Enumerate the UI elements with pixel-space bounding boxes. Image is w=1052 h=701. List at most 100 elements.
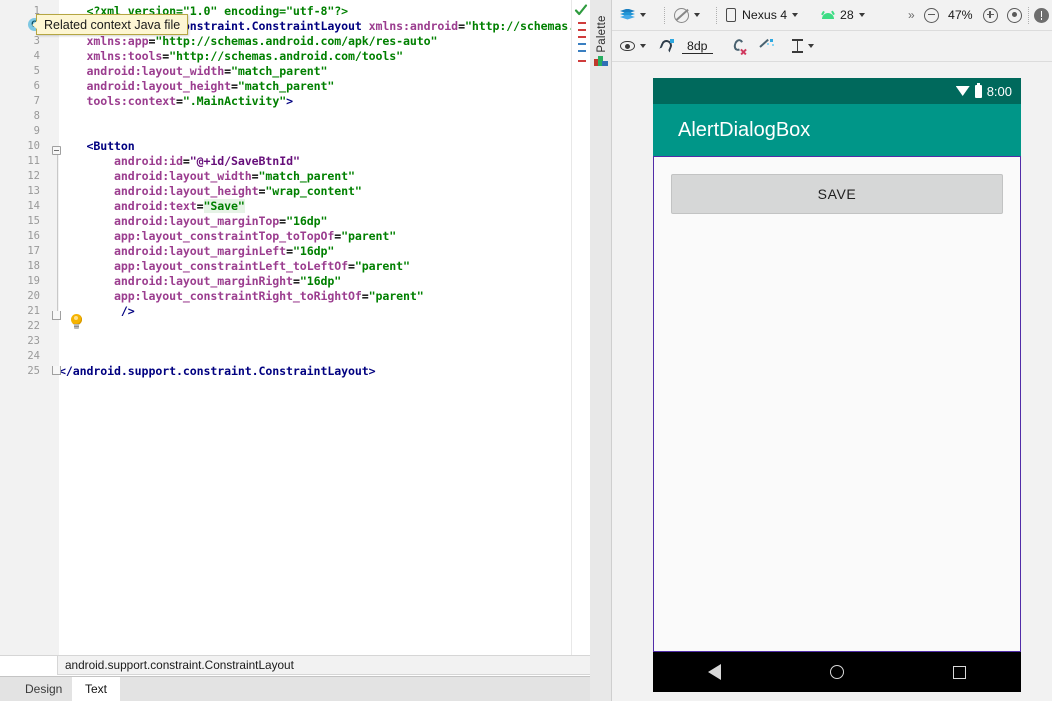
zoom-in-button[interactable] [983, 0, 998, 30]
code-line[interactable]: android:layout_marginLeft="16dp" [59, 244, 334, 259]
line-number: 7 [33, 95, 40, 107]
line-number: 10 [27, 140, 40, 152]
code-line[interactable]: </android.support.constraint.ConstraintL… [59, 364, 376, 379]
code-token: android:layout_marginTop [114, 214, 280, 228]
save-button[interactable]: SAVE [671, 174, 1003, 214]
device-selector[interactable]: Nexus 4 [726, 0, 799, 30]
zoom-in-icon [983, 7, 998, 23]
code-token: "match_parent" [231, 64, 328, 78]
device-preview[interactable]: 8:00 AlertDialogBox SAVE [653, 78, 1021, 692]
code-editor[interactable]: 1234567891011121314151617181920212223242… [0, 0, 590, 655]
line-number: 1 [33, 5, 40, 17]
api-level-selector[interactable]: 28 [821, 0, 865, 30]
line-number: 25 [27, 365, 40, 377]
nav-back-button[interactable] [653, 664, 776, 680]
rotate-orientation-icon [674, 7, 689, 23]
code-line[interactable]: android:layout_marginTop="16dp" [59, 214, 327, 229]
clear-constraints-button[interactable] [732, 31, 747, 61]
code-line[interactable]: android:id="@+id/SaveBtnId" [59, 154, 300, 169]
code-token: app:layout_constraintTop_toTopOf [114, 229, 335, 243]
code-line[interactable]: android:layout_height="wrap_content" [59, 184, 362, 199]
line-number: 23 [27, 335, 40, 347]
recents-square-icon [953, 665, 967, 679]
line-number: 11 [27, 155, 40, 167]
inspection-marker[interactable] [578, 50, 586, 52]
inspection-marker[interactable] [578, 22, 586, 24]
inspection-marker[interactable] [578, 29, 586, 31]
code-line[interactable]: app:layout_constraintLeft_toLeftOf="pare… [59, 259, 410, 274]
code-token: "Save" [203, 199, 245, 213]
line-number: 20 [27, 290, 40, 302]
zoom-to-fit-icon [1007, 7, 1022, 23]
layers-icon [620, 8, 635, 22]
tab-design[interactable]: Design [12, 677, 75, 701]
design-mode-selector[interactable] [620, 0, 646, 30]
inspection-scrollbar[interactable] [571, 0, 590, 655]
back-triangle-icon [707, 664, 721, 680]
margin-value: 8dp [682, 39, 713, 54]
inspection-marker[interactable] [578, 60, 586, 62]
zoom-level: 47% [948, 0, 973, 30]
code-line[interactable]: <Button [59, 139, 135, 154]
line-number: 13 [27, 185, 40, 197]
toolbar-overflow-button[interactable]: » [908, 0, 915, 30]
code-line[interactable]: app:layout_constraintRight_toRightOf="pa… [59, 289, 424, 304]
inspection-marker[interactable] [578, 36, 586, 38]
code-line[interactable]: app:layout_constraintTop_toTopOf="parent… [59, 229, 396, 244]
fold-collapse-icon[interactable] [52, 146, 61, 155]
infer-constraints-button[interactable] [759, 31, 774, 61]
code-line[interactable]: android:layout_width="match_parent" [59, 64, 328, 79]
default-margin-selector[interactable]: 8dp [682, 31, 713, 61]
code-token: xmlns:tools [86, 49, 163, 63]
nav-home-button[interactable] [776, 665, 899, 679]
intention-bulb-icon[interactable] [70, 314, 83, 329]
code-line[interactable]: android:layout_width="match_parent" [59, 169, 355, 184]
code-line[interactable]: xmlns:tools="http://schemas.android.com/… [59, 49, 404, 64]
nav-recents-button[interactable] [898, 665, 1021, 679]
line-number-gutter[interactable]: 1234567891011121314151617181920212223242… [0, 0, 48, 655]
fold-region-end-icon-2[interactable] [52, 366, 61, 375]
breadcrumb-gutter-spacer [0, 656, 58, 675]
design-canvas[interactable]: 8:00 AlertDialogBox SAVE [612, 62, 1052, 701]
code-line[interactable]: android:layout_marginRight="16dp" [59, 274, 341, 289]
code-token: = [361, 289, 369, 303]
code-token: = [196, 199, 204, 213]
tab-text[interactable]: Text [72, 677, 121, 701]
autoconnect-toggle[interactable] [659, 31, 674, 61]
code-line[interactable]: android:text="Save" [59, 199, 245, 214]
zoom-out-button[interactable] [924, 0, 939, 30]
fold-region-end-icon[interactable] [52, 311, 61, 320]
breadcrumb[interactable]: android.support.constraint.ConstraintLay… [0, 655, 590, 675]
code-token: android:layout_width [114, 169, 252, 183]
chevron-down-icon [694, 13, 700, 17]
baseline-align-button[interactable] [792, 31, 814, 61]
layout-root-constraintlayout[interactable]: SAVE [653, 156, 1021, 652]
code-token: = [231, 79, 238, 93]
code-line[interactable]: xmlns:app="http://schemas.android.com/ap… [59, 34, 438, 49]
code-token: app:layout_constraintLeft_toLeftOf [114, 259, 348, 273]
magic-wand-icon [759, 38, 774, 53]
code-line[interactable]: android:layout_height="match_parent" [59, 79, 335, 94]
orientation-selector[interactable] [674, 0, 700, 30]
code-text-area[interactable]: <?xml version="1.0" encoding="utf-8"?> <a… [59, 0, 590, 655]
code-line[interactable]: tools:context=".MainActivity"> [59, 94, 294, 109]
line-number: 8 [33, 110, 40, 122]
zoom-to-fit-button[interactable] [1007, 0, 1022, 30]
code-folding-strip[interactable] [48, 0, 59, 655]
line-number: 16 [27, 230, 40, 242]
inspection-marker[interactable] [578, 43, 586, 45]
line-number: 17 [27, 245, 40, 257]
related-context-tooltip: Related context Java file [31, 14, 189, 35]
code-token: ".MainActivity" [182, 94, 287, 108]
view-options-button[interactable] [620, 31, 646, 61]
app-bar-title: AlertDialogBox [678, 119, 811, 141]
palette-tool-rail[interactable]: Palette [590, 0, 612, 701]
issues-button[interactable] [1034, 0, 1049, 30]
code-token: "wrap_content" [265, 184, 362, 198]
